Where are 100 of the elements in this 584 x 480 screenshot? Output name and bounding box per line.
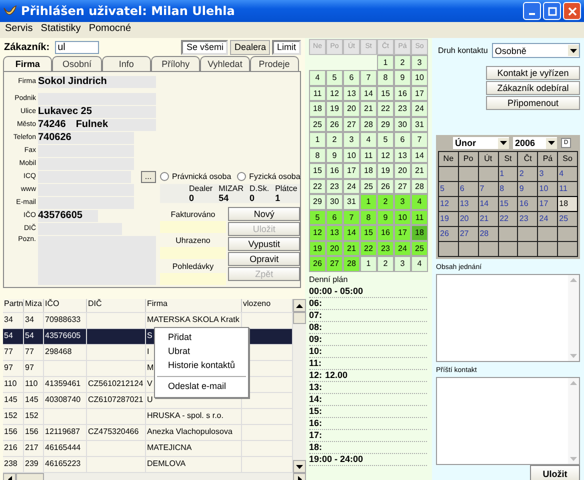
tab[interactable]: Vyhledat bbox=[200, 56, 250, 72]
day-cell[interactable]: 4 bbox=[558, 167, 577, 181]
day-cell[interactable]: 6 bbox=[394, 132, 411, 148]
day-cell[interactable]: 22 bbox=[309, 178, 326, 194]
day-cell[interactable]: 6 bbox=[458, 182, 478, 196]
day-cell[interactable]: 22 bbox=[498, 212, 518, 226]
day-cell[interactable]: 2 bbox=[326, 132, 343, 148]
day-cell[interactable]: 8 bbox=[360, 210, 377, 225]
day-cell[interactable]: 10 bbox=[411, 70, 428, 86]
day-cell[interactable]: 3 bbox=[343, 132, 360, 148]
day-cell[interactable]: 17 bbox=[394, 225, 411, 240]
day-cell[interactable]: 20 bbox=[394, 163, 411, 178]
day-cell[interactable]: 8 bbox=[309, 148, 326, 163]
table-row[interactable]: 156 156 12119687 CZ475320466 Anezka Vlachopulosova bbox=[3, 425, 293, 441]
time-slot[interactable]: 15: bbox=[309, 406, 322, 416]
day-cell[interactable]: 1 bbox=[360, 256, 377, 272]
day-cell[interactable]: 21 bbox=[411, 163, 428, 178]
table-row[interactable]: 152 152 HRUSKA - spol. s r.o. bbox=[3, 409, 293, 425]
day-cell[interactable]: 3 bbox=[394, 256, 411, 272]
day-cell[interactable]: 24 bbox=[343, 178, 360, 194]
column-header[interactable]: Partn bbox=[3, 299, 24, 312]
time-slot[interactable]: 18: bbox=[309, 442, 322, 452]
contact-button[interactable]: Zákazník odebíral bbox=[486, 81, 580, 95]
day-cell[interactable]: 27 bbox=[326, 256, 343, 272]
month-dropdown[interactable]: Únor bbox=[453, 137, 509, 149]
day-cell[interactable]: 28 bbox=[478, 227, 498, 241]
appointment-text[interactable]: 12.00 bbox=[325, 370, 348, 380]
action-button[interactable]: Opravit bbox=[228, 252, 300, 266]
day-cell[interactable]: 15 bbox=[309, 163, 326, 178]
column-header[interactable]: IČO bbox=[44, 299, 87, 312]
day-cell[interactable]: 5 bbox=[309, 210, 326, 225]
day-cell[interactable]: 23 bbox=[394, 101, 411, 116]
contact-button[interactable]: Připomenout bbox=[486, 96, 580, 110]
day-cell[interactable]: 7 bbox=[478, 182, 498, 196]
day-cell[interactable]: 18 bbox=[309, 101, 326, 116]
day-cell[interactable]: 21 bbox=[478, 212, 498, 226]
scroll-thumb[interactable] bbox=[293, 312, 306, 324]
day-cell[interactable]: 14 bbox=[478, 197, 498, 211]
day-cell[interactable]: 25 bbox=[309, 116, 326, 132]
day-cell[interactable]: 13 bbox=[394, 148, 411, 163]
day-cell[interactable]: 10 bbox=[394, 210, 411, 225]
day-cell[interactable]: 2 bbox=[377, 256, 394, 272]
action-button[interactable]: Nový bbox=[228, 207, 300, 221]
save-button[interactable]: Uložit bbox=[530, 465, 580, 480]
customer-field[interactable]: ul bbox=[54, 40, 99, 54]
day-cell[interactable]: 10 bbox=[538, 182, 558, 196]
day-cell[interactable]: 24 bbox=[411, 101, 428, 116]
day-cell[interactable]: 9 bbox=[518, 182, 538, 196]
day-cell[interactable]: 1 bbox=[309, 132, 326, 148]
day-cell[interactable]: 7 bbox=[343, 210, 360, 225]
day-cell[interactable]: 11 bbox=[411, 210, 428, 225]
day-cell[interactable]: 29 bbox=[309, 194, 326, 210]
day-cell[interactable]: 26 bbox=[377, 178, 394, 194]
day-cell[interactable]: 25 bbox=[360, 178, 377, 194]
day-cell[interactable]: 14 bbox=[343, 225, 360, 240]
day-cell[interactable]: 31 bbox=[411, 116, 428, 132]
day-cell[interactable]: 19 bbox=[377, 163, 394, 178]
time-slot[interactable]: 16: bbox=[309, 418, 322, 428]
day-cell[interactable]: 24 bbox=[394, 240, 411, 256]
day-cell[interactable]: 12 bbox=[439, 197, 458, 211]
browse-button[interactable]: ... bbox=[140, 170, 156, 183]
day-cell[interactable]: 15 bbox=[498, 197, 518, 211]
menu-item[interactable]: Servis bbox=[5, 23, 33, 37]
time-slot[interactable]: 07: bbox=[309, 310, 322, 320]
maximize-button[interactable] bbox=[543, 2, 561, 20]
day-cell[interactable]: 13 bbox=[343, 86, 360, 101]
tab[interactable]: Firma bbox=[3, 56, 52, 72]
tab[interactable]: Info bbox=[102, 56, 151, 72]
day-cell[interactable]: 17 bbox=[411, 86, 428, 101]
radio-button[interactable]: Fyzická osoba bbox=[237, 172, 300, 181]
day-cell[interactable]: 28 bbox=[343, 256, 360, 272]
day-cell[interactable]: 29 bbox=[377, 116, 394, 132]
day-cell[interactable]: 18 bbox=[558, 197, 577, 211]
day-cell[interactable]: 24 bbox=[538, 212, 558, 226]
day-cell[interactable]: 1 bbox=[360, 194, 377, 210]
day-cell[interactable]: 28 bbox=[411, 178, 428, 194]
day-cell[interactable]: 2 bbox=[518, 167, 538, 181]
down-arrow-icon[interactable] bbox=[296, 464, 303, 468]
menu-item[interactable]: Statistiky bbox=[40, 23, 81, 37]
day-cell[interactable]: 4 bbox=[411, 256, 428, 272]
day-cell[interactable]: 14 bbox=[411, 148, 428, 163]
up-arrow-icon[interactable] bbox=[296, 304, 303, 308]
day-cell[interactable]: 30 bbox=[394, 116, 411, 132]
day-cell[interactable]: 16 bbox=[394, 86, 411, 101]
day-cell[interactable]: 15 bbox=[360, 225, 377, 240]
day-cell[interactable]: 20 bbox=[326, 240, 343, 256]
column-header[interactable]: Miza bbox=[24, 299, 44, 312]
filter-button[interactable]: Se všemi bbox=[181, 40, 228, 55]
time-slot[interactable]: 17: bbox=[309, 430, 322, 440]
table-row[interactable]: 216 217 46165444 MATEJICNA bbox=[3, 441, 293, 457]
day-cell[interactable]: 5 bbox=[326, 70, 343, 86]
day-cell[interactable]: 26 bbox=[439, 227, 458, 241]
day-cell[interactable]: 2 bbox=[394, 54, 411, 70]
day-cell[interactable]: 1 bbox=[498, 167, 518, 181]
day-cell[interactable]: 7 bbox=[411, 132, 428, 148]
day-cell[interactable]: 8 bbox=[498, 182, 518, 196]
vertical-scrollbar[interactable] bbox=[293, 299, 306, 473]
day-cell[interactable]: 27 bbox=[394, 178, 411, 194]
time-slot[interactable]: 09: bbox=[309, 334, 322, 344]
contact-type-dropdown[interactable]: Osobně bbox=[492, 43, 580, 58]
